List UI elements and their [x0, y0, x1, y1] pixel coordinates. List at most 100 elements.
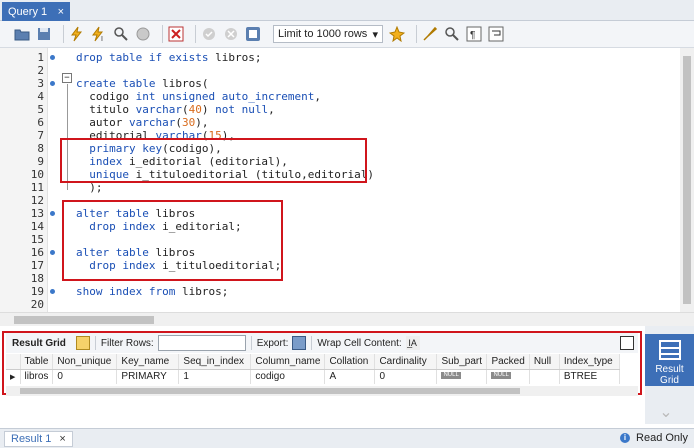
tab-result-1[interactable]: Result 1 × [4, 431, 73, 447]
line-number: 15 [30, 233, 44, 246]
line-number: 13 [30, 207, 44, 220]
beautify-icon[interactable] [389, 26, 405, 42]
line-number: 17 [30, 259, 44, 272]
statement-marker-icon [50, 289, 55, 294]
line-number: 12 [30, 194, 44, 207]
statement-marker-icon [50, 55, 55, 60]
toggle-autocommit-icon[interactable] [168, 26, 184, 42]
execute-icon[interactable] [69, 26, 85, 42]
code-token: , [314, 90, 322, 103]
code-line[interactable]: 1 drop table if exists libros; [0, 51, 680, 64]
status-bar: Result 1 × i Read Only [0, 428, 694, 448]
code-line[interactable]: 19 show index from libros; [0, 285, 680, 298]
line-number: 18 [30, 272, 44, 285]
brush-icon[interactable] [422, 26, 438, 42]
sql-toolbar: I Limit to 1000 rows ▾ ¶ [0, 21, 694, 48]
line-number: 16 [30, 246, 44, 259]
code-line[interactable]: 2 [0, 64, 680, 77]
result-tab-label: Result 1 [11, 433, 52, 445]
svg-text:¶: ¶ [470, 30, 475, 41]
code-token: libros; [181, 285, 229, 298]
info-icon: i [620, 433, 631, 443]
svg-text:I: I [101, 36, 103, 42]
line-number: 11 [30, 181, 44, 194]
toolbar-divider [416, 25, 417, 43]
code-token: autor [76, 116, 129, 129]
toggle-output-icon[interactable] [245, 26, 261, 42]
code-text: drop table if exists libros; [76, 51, 261, 64]
code-token: ) [201, 103, 216, 116]
code-text: codigo int unsigned auto_increment, [76, 90, 321, 103]
code-line[interactable]: 20 [0, 298, 680, 311]
read-only-indicator: i Read Only [620, 432, 688, 444]
line-number: 8 [37, 142, 44, 155]
code-token: int unsigned auto_increment [135, 90, 315, 103]
stop-icon[interactable] [135, 26, 151, 42]
close-icon[interactable]: × [58, 6, 64, 18]
chevron-down-icon: ▾ [372, 28, 378, 41]
line-number: 1 [37, 51, 44, 64]
explain-icon[interactable] [113, 26, 129, 42]
find-icon[interactable] [444, 26, 460, 42]
code-line[interactable]: 3 create table libros( [0, 77, 680, 90]
editor-tab-bar: Query 1 × [0, 0, 694, 21]
code-token: show index from [76, 285, 182, 298]
fold-toggle-icon[interactable]: − [62, 73, 72, 83]
line-number: 2 [37, 64, 44, 77]
code-token: 40 [188, 103, 202, 116]
code-line[interactable]: 4 codigo int unsigned auto_increment, [0, 90, 680, 103]
wrap-icon[interactable] [488, 26, 504, 42]
statement-marker-icon [50, 211, 55, 216]
result-grid-side-button[interactable]: Result Grid [645, 334, 694, 386]
code-token: codigo [76, 90, 136, 103]
limit-rows-select[interactable]: Limit to 1000 rows ▾ [273, 25, 383, 43]
code-token: ( [181, 103, 189, 116]
toolbar-divider [195, 25, 196, 43]
code-token: libros( [162, 77, 209, 90]
folder-open-icon[interactable] [14, 26, 30, 42]
code-token: 30 [181, 116, 196, 129]
tab-label: Query 1 [8, 5, 48, 18]
highlight-box-indexes [60, 138, 367, 183]
line-number: 14 [30, 220, 44, 233]
tab-query-1[interactable]: Query 1 × [2, 2, 70, 21]
highlight-box-alter [62, 200, 283, 281]
statement-marker-icon [50, 250, 55, 255]
rollback-icon[interactable] [223, 26, 239, 42]
line-number: 7 [37, 129, 44, 142]
commit-icon[interactable] [201, 26, 217, 42]
side-result-grid-label: Result Grid [655, 364, 684, 386]
code-text: autor varchar(30), [76, 116, 208, 129]
code-token: drop table if exists [76, 51, 216, 64]
line-number: 3 [37, 77, 44, 90]
line-number: 5 [37, 103, 44, 116]
line-number: 10 [30, 168, 44, 181]
execute-current-icon[interactable]: I [91, 26, 107, 42]
line-number: 9 [37, 155, 44, 168]
line-number: 4 [37, 90, 44, 103]
code-token: titulo [76, 103, 136, 116]
chevron-down-icon[interactable]: ⌄ [656, 402, 676, 422]
code-token: create table [76, 77, 163, 90]
editor-horizontal-scrollbar[interactable] [0, 312, 694, 326]
invisible-chars-icon[interactable]: ¶ [466, 26, 482, 42]
code-token: ), [195, 116, 209, 129]
line-number: 6 [37, 116, 44, 129]
result-horizontal-scrollbar[interactable] [6, 386, 638, 396]
code-text: titulo varchar(40) not null, [76, 103, 275, 116]
code-token: , [268, 103, 275, 116]
editor-vertical-scrollbar[interactable] [680, 48, 694, 312]
close-icon[interactable]: × [59, 433, 65, 445]
line-number: 19 [30, 285, 44, 298]
toolbar-divider [162, 25, 163, 43]
code-token: varchar [135, 103, 182, 116]
read-only-label: Read Only [636, 432, 688, 444]
code-text: create table libros( [76, 77, 208, 90]
code-line[interactable]: 6 autor varchar(30), [0, 116, 680, 129]
code-line[interactable]: 5 titulo varchar(40) not null, [0, 103, 680, 116]
statement-marker-icon [50, 81, 55, 86]
result-grid-icon [659, 340, 681, 360]
code-token: ( [175, 116, 182, 129]
save-icon[interactable] [36, 26, 52, 42]
line-number: 20 [30, 298, 44, 311]
